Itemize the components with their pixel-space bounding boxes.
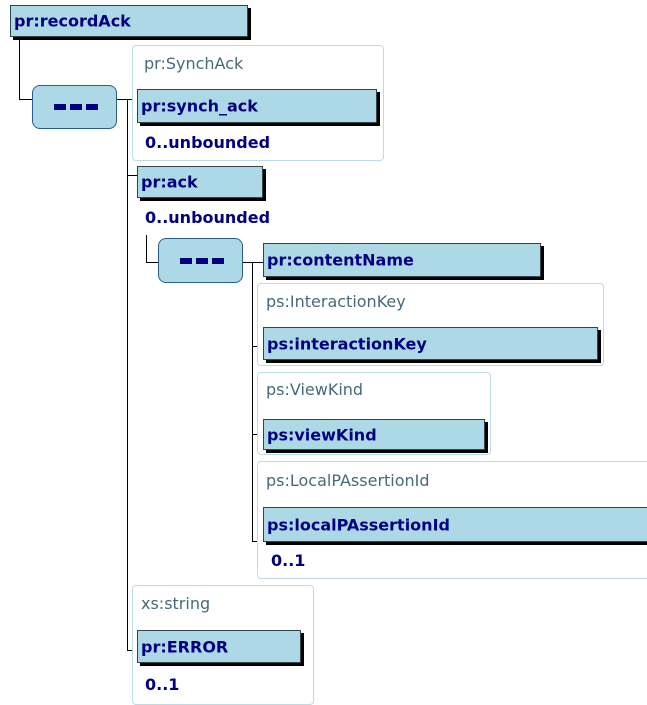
element-error[interactable]: pr:ERROR bbox=[137, 630, 301, 663]
sequence-dash bbox=[180, 257, 192, 264]
element-label: pr:contentName bbox=[267, 250, 414, 270]
sequence-dash bbox=[86, 104, 98, 110]
sequence-dash bbox=[54, 104, 66, 110]
type-name-viewkind: ps:ViewKind bbox=[266, 380, 364, 399]
element-label: ps:localPAssertionId bbox=[267, 515, 450, 534]
element-label: pr:ERROR bbox=[141, 637, 229, 656]
connector-line bbox=[146, 235, 147, 262]
sequence-dash bbox=[70, 104, 82, 110]
root-element-recordack[interactable]: pr:recordAck bbox=[10, 5, 248, 37]
element-label: pr:recordAck bbox=[14, 11, 131, 31]
cardinality-label: 0..unbounded bbox=[145, 208, 271, 227]
element-contentname[interactable]: pr:contentName bbox=[263, 243, 541, 277]
element-synch-ack[interactable]: pr:synch_ack bbox=[137, 89, 377, 123]
type-name-string: xs:string bbox=[141, 594, 211, 613]
type-name-localpassertionid: ps:LocalPAssertionId bbox=[266, 471, 430, 490]
sequence-compositor-icon[interactable] bbox=[32, 85, 117, 129]
element-label: ps:interactionKey bbox=[267, 334, 427, 353]
sequence-dash bbox=[196, 257, 208, 264]
connector-line bbox=[127, 175, 137, 176]
element-ack[interactable]: pr:ack bbox=[137, 166, 263, 198]
connector-line bbox=[19, 99, 32, 100]
cardinality-label: 0..1 bbox=[145, 675, 180, 694]
connector-line bbox=[127, 99, 128, 650]
element-label: ps:viewKind bbox=[267, 425, 377, 444]
cardinality-label: 0..1 bbox=[271, 551, 306, 570]
sequence-compositor-icon[interactable] bbox=[158, 238, 243, 283]
type-name-interactionkey: ps:InteractionKey bbox=[266, 292, 406, 311]
element-viewkind[interactable]: ps:viewKind bbox=[263, 419, 485, 450]
element-interactionkey[interactable]: ps:interactionKey bbox=[263, 327, 598, 360]
connector-line bbox=[252, 262, 253, 541]
element-label: pr:ack bbox=[141, 172, 198, 192]
element-localpassertionid[interactable]: ps:localPAssertionId bbox=[263, 507, 647, 542]
connector-line bbox=[243, 262, 263, 263]
connector-line bbox=[146, 262, 158, 263]
sequence-dash bbox=[212, 257, 224, 264]
cardinality-label: 0..unbounded bbox=[145, 133, 271, 152]
connector-line bbox=[19, 38, 20, 99]
type-name-synchack: pr:SynchAck bbox=[144, 54, 244, 73]
element-label: pr:synch_ack bbox=[141, 96, 258, 116]
